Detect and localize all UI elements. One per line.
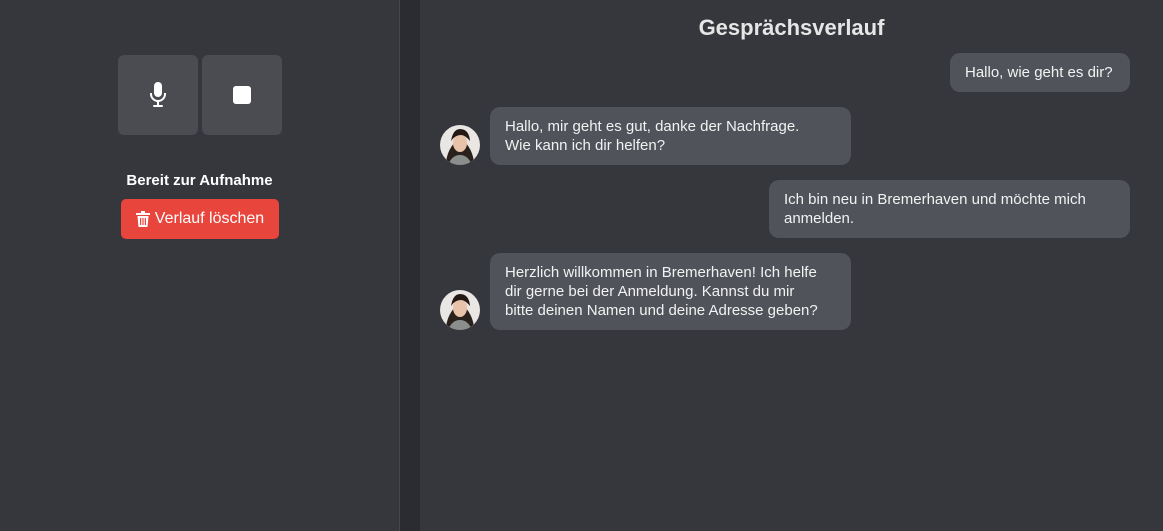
assistant-message: Hallo, mir geht es gut, danke der Nachfr…: [490, 107, 851, 165]
stop-button[interactable]: [202, 55, 282, 135]
chat-panel: Gesprächsverlauf Hallo, wie geht es dir?…: [420, 0, 1163, 531]
clear-history-label: Verlauf löschen: [154, 210, 265, 227]
stop-icon: [233, 86, 251, 104]
trash-icon: [135, 211, 150, 227]
assistant-avatar: [440, 125, 480, 165]
recording-panel: Bereit zur Aufnahme Verlauf löschen: [0, 0, 400, 531]
microphone-icon: [150, 82, 166, 107]
user-message: Hallo, wie geht es dir?: [950, 53, 1130, 92]
user-message: Ich bin neu in Bremerhaven und möchte mi…: [769, 180, 1130, 238]
record-button[interactable]: [118, 55, 198, 135]
chat-title: Gesprächsverlauf: [698, 15, 885, 40]
panel-divider: [400, 0, 420, 531]
assistant-message: Herzlich willkommen in Bremerhaven! Ich …: [490, 253, 851, 330]
clear-history-button[interactable]: Verlauf löschen: [121, 199, 279, 239]
recording-status: Bereit zur Aufnahme: [126, 172, 273, 189]
app-window: Bereit zur Aufnahme Verlauf löschen Gesp…: [0, 0, 1163, 531]
assistant-avatar: [440, 290, 480, 330]
